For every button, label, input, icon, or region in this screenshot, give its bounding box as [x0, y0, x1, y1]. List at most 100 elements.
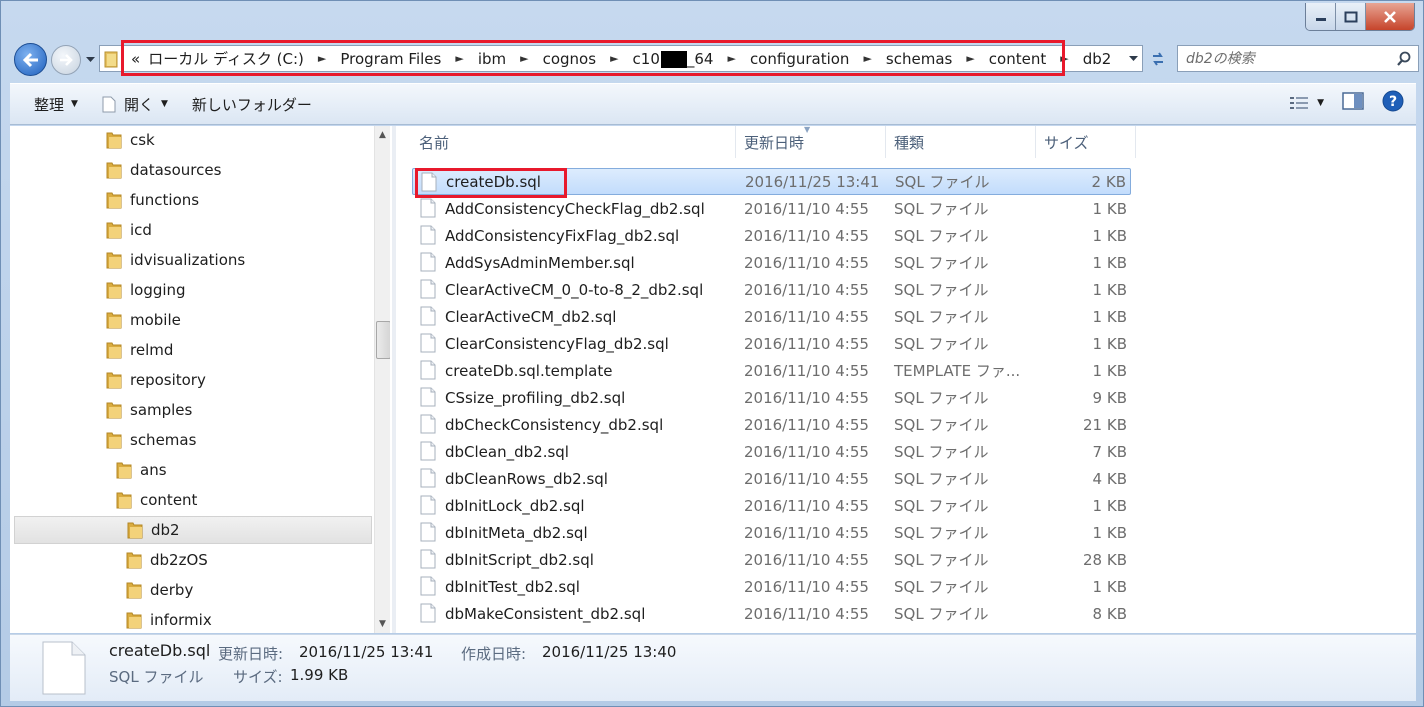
close-button[interactable] [1366, 3, 1414, 30]
file-row[interactable]: dbClean_db2.sql 2016/11/10 4:55 SQL ファイル 7 … [412, 438, 1131, 465]
file-size: 1 KB [1092, 199, 1127, 218]
back-button[interactable] [14, 43, 47, 76]
file-row[interactable]: createDb.sql.template 2016/11/10 4:55 TEMP… [412, 357, 1131, 384]
file-row[interactable]: dbInitLock_db2.sql 2016/11/10 4:55 SQL ファイ… [412, 492, 1131, 519]
column-header-name[interactable]: 名前 [398, 126, 736, 158]
address-dropdown-button[interactable] [1125, 45, 1141, 72]
change-view-button[interactable]: ▼ [1289, 95, 1324, 111]
help-button[interactable]: ? [1382, 90, 1404, 116]
file-size: 28 KB [1083, 550, 1127, 569]
details-view-icon [1290, 97, 1309, 109]
pane-splitter[interactable] [392, 126, 396, 633]
nav-tree-label: csk [130, 131, 155, 149]
nav-tree-item[interactable]: derby [126, 576, 193, 604]
file-name: AddConsistencyFixFlag_db2.sql [445, 226, 680, 245]
svg-text:?: ? [1389, 94, 1397, 110]
file-row[interactable]: dbInitMeta_db2.sql 2016/11/10 4:55 SQL ファイ… [412, 519, 1131, 546]
breadcrumb-item-current[interactable]: db2 [1083, 50, 1112, 68]
search-input[interactable] [1186, 49, 1386, 69]
command-bar: 整理 ▼ 開く ▼ 新しいフォルダー ▼ ? [10, 83, 1416, 125]
nav-tree-item[interactable]: logging [106, 276, 186, 304]
folder-icon [106, 162, 122, 179]
nav-tree-item[interactable]: db2zOS [126, 546, 208, 574]
file-date: 2016/11/10 4:55 [744, 523, 869, 542]
file-date: 2016/11/10 4:55 [744, 550, 869, 569]
minimize-button[interactable] [1306, 3, 1336, 30]
file-icon [420, 387, 436, 407]
file-type: SQL ファイル [894, 497, 989, 515]
file-date: 2016/11/25 13:41 [745, 172, 880, 191]
file-type: SQL ファイル [894, 389, 989, 407]
file-row[interactable]: dbCheckConsistency_db2.sql 2016/11/10 4:5… [412, 411, 1131, 438]
scroll-up-icon[interactable]: ▲ [379, 130, 386, 140]
column-header-type[interactable]: 種類 [886, 126, 1036, 158]
file-type: SQL ファイル [894, 281, 989, 299]
file-size: 1 KB [1092, 361, 1127, 380]
file-row[interactable]: dbInitTest_db2.sql 2016/11/10 4:55 SQL ファイ… [412, 573, 1131, 600]
file-list: 名前 ▼ 更新日時 種類 サイズ createDb.sql 2016/11/25 … [398, 126, 1416, 633]
caption-buttons [1305, 3, 1415, 31]
refresh-button[interactable] [1146, 45, 1170, 72]
folder-icon [106, 282, 122, 299]
nav-tree-item[interactable]: ans [116, 456, 167, 484]
new-folder-button[interactable]: 新しいフォルダー [180, 89, 324, 119]
file-type: SQL ファイル [894, 551, 989, 569]
details-size-value: 1.99 KB [290, 666, 349, 684]
folder-icon [106, 132, 122, 149]
file-icon [420, 549, 436, 569]
column-header-date[interactable]: ▼ 更新日時 [736, 126, 886, 158]
file-row[interactable]: dbCleanRows_db2.sql 2016/11/10 4:55 SQL ファ… [412, 465, 1131, 492]
folder-icon [116, 462, 132, 479]
nav-tree-item[interactable]: samples [106, 396, 192, 424]
nav-tree-item[interactable]: content [116, 486, 197, 514]
column-header-size[interactable]: サイズ [1036, 126, 1136, 158]
scroll-thumb[interactable] [376, 321, 390, 359]
file-row[interactable]: AddConsistencyFixFlag_db2.sql 2016/11/10 … [412, 222, 1131, 249]
file-type: SQL ファイル [894, 200, 989, 218]
nav-tree-item[interactable]: functions [106, 186, 199, 214]
search-icon[interactable] [1396, 51, 1412, 67]
file-size: 1 KB [1092, 496, 1127, 515]
folder-icon [106, 372, 122, 389]
file-name: createDb.sql.template [445, 361, 613, 380]
nav-tree-item[interactable]: relmd [106, 336, 173, 364]
nav-tree-item[interactable]: informix [126, 606, 212, 633]
nav-tree-label: icd [130, 221, 152, 239]
nav-tree-item[interactable]: mobile [106, 306, 181, 334]
chevron-down-icon: ▼ [1317, 98, 1324, 108]
file-row[interactable]: AddConsistencyCheckFlag_db2.sql 2016/11/1… [412, 195, 1131, 222]
maximize-button[interactable] [1336, 3, 1366, 30]
recent-pages-button[interactable] [84, 53, 96, 67]
file-row[interactable]: AddSysAdminMember.sql 2016/11/10 4:55 SQL … [412, 249, 1131, 276]
nav-tree-item[interactable]: csk [106, 126, 155, 154]
open-button[interactable]: 開く ▼ [90, 89, 180, 119]
nav-tree-item[interactable]: schemas [106, 426, 196, 454]
file-type: SQL ファイル [895, 173, 990, 191]
nav-tree-item[interactable]: icd [106, 216, 152, 244]
column-headers: 名前 ▼ 更新日時 種類 サイズ [398, 126, 1398, 158]
file-row[interactable]: dbMakeConsistent_db2.sql 2016/11/10 4:55 S… [412, 600, 1131, 627]
file-date: 2016/11/10 4:55 [744, 334, 869, 353]
file-size: 1 KB [1092, 253, 1127, 272]
forward-button[interactable] [51, 45, 81, 75]
file-row[interactable]: ClearActiveCM_0_0-to-8_2_db2.sql 2016/11/… [412, 276, 1131, 303]
nav-tree-item[interactable]: datasources [106, 156, 221, 184]
file-type: TEMPLATE ファ... [894, 362, 1021, 380]
file-row[interactable]: ClearConsistencyFlag_db2.sql 2016/11/10 4… [412, 330, 1131, 357]
file-type: SQL ファイル [894, 578, 989, 596]
column-date-label: 更新日時 [744, 133, 805, 152]
nav-tree-item[interactable]: idvisualizations [106, 246, 245, 274]
scroll-down-icon[interactable]: ▼ [379, 619, 386, 629]
file-row[interactable]: dbInitScript_db2.sql 2016/11/10 4:55 SQL フ… [412, 546, 1131, 573]
nav-tree-item[interactable]: db2 [14, 516, 372, 544]
file-row[interactable]: CSsize_profiling_db2.sql 2016/11/10 4:55 S… [412, 384, 1131, 411]
organize-button[interactable]: 整理 ▼ [22, 89, 90, 119]
details-modified-label: 更新日時: [218, 645, 284, 663]
preview-pane-button[interactable] [1342, 92, 1364, 114]
file-row[interactable]: ClearActiveCM_db2.sql 2016/11/10 4:55 SQL … [412, 303, 1131, 330]
file-size: 2 KB [1091, 172, 1126, 191]
navigation-scrollbar[interactable]: ▲ ▼ [374, 126, 390, 633]
nav-tree-label: content [140, 491, 198, 509]
nav-tree-label: ans [140, 461, 167, 479]
nav-tree-item[interactable]: repository [106, 366, 206, 394]
